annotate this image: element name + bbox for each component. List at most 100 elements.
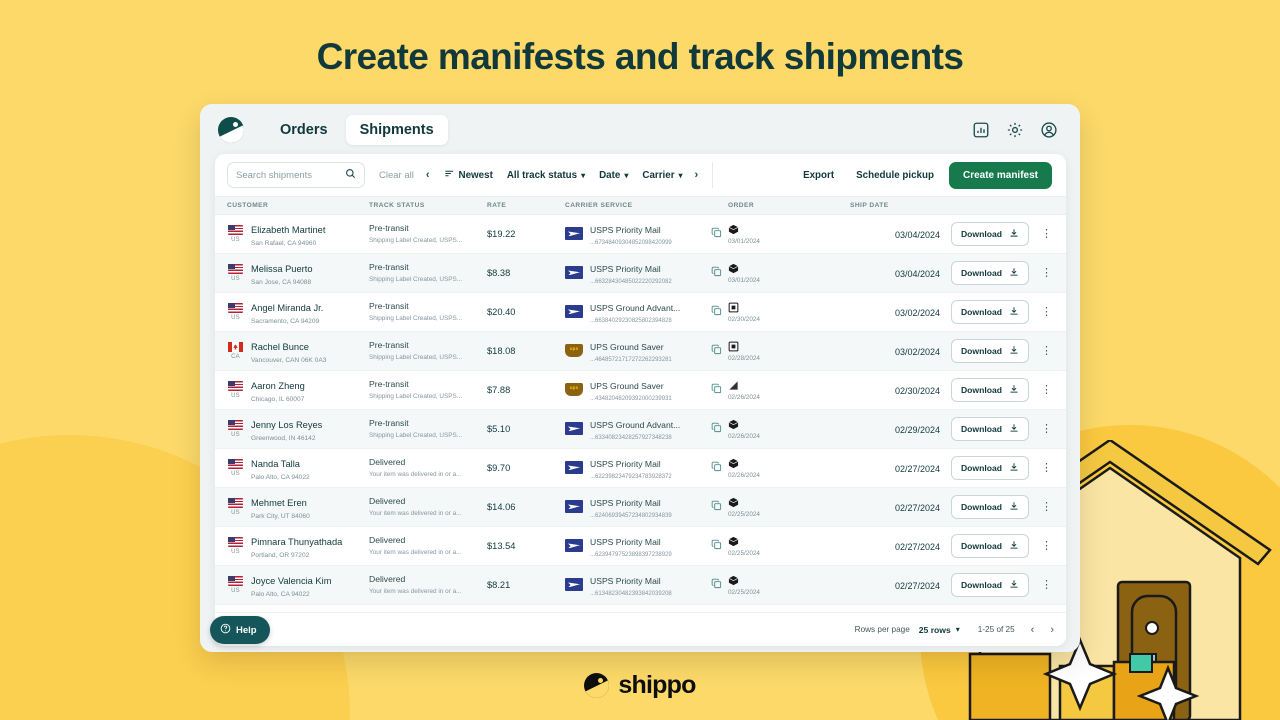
cell-carrier-service: USPS Priority Mail...6240693945723480293… (565, 493, 728, 521)
clear-all-button[interactable]: Clear all (379, 170, 414, 181)
table-row[interactable]: USAngel Miranda Jr.Sacramento, CA 94209P… (215, 293, 1066, 332)
customer-name: Aaron Zheng (251, 381, 305, 391)
table-row[interactable]: USPimnara ThunyathadaPortland, OR 97202 D… (215, 527, 1066, 566)
download-button[interactable]: Download (951, 417, 1029, 441)
column-header-carrier-service: CARRIER SERVICE (565, 202, 728, 209)
download-button[interactable]: Download (951, 378, 1029, 402)
sort-newest-button[interactable]: Newest (444, 168, 493, 182)
table-row[interactable]: USJoyce Valencia KimPalo Alto, CA 94022D… (215, 566, 1066, 605)
nav-tab-orders[interactable]: Orders (266, 115, 342, 145)
carrier-service-name: USPS Priority Mail (590, 225, 661, 235)
toolbar-actions: Export Schedule pickup Create manifest (792, 162, 1054, 189)
track-status: Pre-transit (369, 379, 487, 390)
more-vertical-icon[interactable]: ⋮ (1037, 424, 1056, 435)
table-row[interactable]: USMelissa PuertoSan Jose, CA 94088Pre-tr… (215, 254, 1066, 293)
search-input[interactable] (236, 170, 341, 181)
cell-ship-date: 02/27/2024 (850, 459, 940, 477)
copy-icon[interactable] (711, 498, 722, 516)
cell-customer: CARachel BunceVancouver, CAN 06K 0A3 (221, 337, 369, 366)
create-manifest-button[interactable]: Create manifest (949, 162, 1052, 189)
package-icon (728, 458, 850, 469)
copy-icon[interactable] (711, 420, 722, 438)
tracking-number: ...63340823428257927348238 (590, 435, 680, 443)
download-label: Download (961, 307, 1002, 317)
search-input-wrapper[interactable] (227, 162, 365, 188)
cell-ship-date: 02/27/2024 (850, 537, 940, 555)
cell-order: 02/26/2024 (728, 419, 850, 440)
more-vertical-icon[interactable]: ⋮ (1037, 502, 1056, 513)
account-icon[interactable] (1040, 121, 1058, 139)
ship-date: 02/27/2024 (895, 542, 940, 552)
more-vertical-icon[interactable]: ⋮ (1037, 385, 1056, 396)
tracking-number: ...66328430485022220292082 (590, 279, 672, 287)
copy-icon[interactable] (711, 381, 722, 399)
search-icon[interactable] (345, 166, 356, 184)
filter-date[interactable]: Date ▾ (599, 170, 628, 181)
more-vertical-icon[interactable]: ⋮ (1037, 346, 1056, 357)
copy-icon[interactable] (711, 342, 722, 360)
carrier-service-name: USPS Priority Mail (590, 537, 661, 547)
table-row[interactable]: USElizabeth MartinetSan Rafael, CA 94960… (215, 215, 1066, 254)
table-row[interactable]: USJenny Los ReyesGreenwood, IN 46142Pre-… (215, 410, 1066, 449)
cell-track-status: DeliveredYour item was delivered in or a… (369, 574, 487, 596)
cell-customer: USPimnara ThunyathadaPortland, OR 97202 (221, 532, 369, 561)
chevron-down-icon[interactable]: ▾ (956, 625, 960, 634)
top-navigation: Orders Shipments (200, 104, 1080, 156)
copy-icon[interactable] (711, 537, 722, 555)
flag-us-icon (228, 420, 243, 430)
customer-name: Jenny Los Reyes (251, 420, 322, 430)
download-button[interactable]: Download (951, 534, 1029, 558)
cell-actions: Download ⋮ (940, 534, 1060, 558)
copy-icon[interactable] (711, 303, 722, 321)
rows-per-page-value[interactable]: 25 rows (919, 625, 951, 635)
pagination-next-icon[interactable]: › (1050, 624, 1054, 636)
chevron-down-icon: ▾ (679, 171, 683, 180)
download-button[interactable]: Download (951, 495, 1029, 519)
gear-icon[interactable] (1006, 121, 1024, 139)
cell-rate: $9.70 (487, 463, 565, 473)
scroll-filters-left-icon[interactable]: ‹ (426, 169, 430, 181)
filter-carrier[interactable]: Carrier ▾ (642, 170, 682, 181)
flag-us-icon (228, 303, 243, 313)
chevron-down-icon: ▾ (624, 171, 628, 180)
analytics-icon[interactable] (972, 121, 990, 139)
filter-track-status[interactable]: All track status ▾ (507, 170, 585, 181)
cell-carrier-service: UPS Ground Saver...434820482093920002399… (565, 376, 728, 404)
country-flag: US (227, 498, 244, 516)
download-button[interactable]: Download (951, 300, 1029, 324)
cell-rate: $7.88 (487, 385, 565, 395)
scroll-filters-right-icon[interactable]: › (695, 169, 699, 181)
more-vertical-icon[interactable]: ⋮ (1037, 541, 1056, 552)
download-button[interactable]: Download (951, 573, 1029, 597)
nav-tab-shipments[interactable]: Shipments (346, 115, 448, 145)
shippo-logo-icon (584, 673, 609, 698)
track-status-detail: Shipping Label Created, USPS... (369, 393, 487, 401)
download-button[interactable]: Download (951, 261, 1029, 285)
pagination-prev-icon[interactable]: ‹ (1031, 624, 1035, 636)
table-row[interactable]: USMehmet ErenPark City, UT 84060Delivere… (215, 488, 1066, 527)
table-row[interactable]: USAaron ZhengChicago, IL 60007Pre-transi… (215, 371, 1066, 410)
cell-ship-date: 03/02/2024 (850, 303, 940, 321)
download-button[interactable]: Download (951, 339, 1029, 363)
column-header-track-status: TRACK STATUS (369, 202, 487, 209)
more-vertical-icon[interactable]: ⋮ (1037, 580, 1056, 591)
table-row[interactable]: CARachel BunceVancouver, CAN 06K 0A3Pre-… (215, 332, 1066, 371)
more-vertical-icon[interactable]: ⋮ (1037, 268, 1056, 279)
download-button[interactable]: Download (951, 456, 1029, 480)
table-row[interactable]: USNanda TallaPalo Alto, CA 94022Delivere… (215, 449, 1066, 488)
toolbar-divider (712, 162, 713, 188)
help-button[interactable]: Help (210, 616, 270, 644)
copy-icon[interactable] (711, 225, 722, 243)
download-label: Download (961, 502, 1002, 512)
more-vertical-icon[interactable]: ⋮ (1037, 463, 1056, 474)
export-button[interactable]: Export (792, 164, 845, 187)
copy-icon[interactable] (711, 264, 722, 282)
download-button[interactable]: Download (951, 222, 1029, 246)
more-vertical-icon[interactable]: ⋮ (1037, 307, 1056, 318)
copy-icon[interactable] (711, 459, 722, 477)
copy-icon[interactable] (711, 576, 722, 594)
more-vertical-icon[interactable]: ⋮ (1037, 229, 1056, 240)
track-status-detail: Shipping Label Created, USPS... (369, 276, 487, 284)
schedule-pickup-button[interactable]: Schedule pickup (845, 164, 945, 187)
download-label: Download (961, 580, 1002, 590)
